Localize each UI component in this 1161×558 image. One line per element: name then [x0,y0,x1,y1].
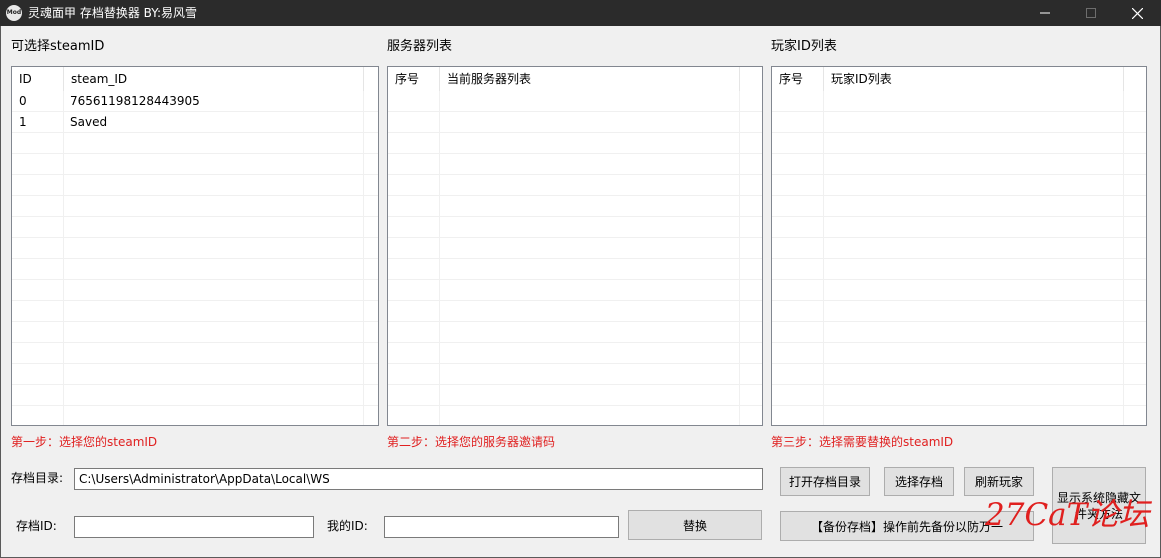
row-steam-id-cell: Saved [70,115,108,129]
step-three-hint: 第三步：选择需要替换的steamID [771,435,954,449]
row-id-cell: 1 [19,115,27,129]
save-id-input[interactable] [74,516,314,538]
server-list-header: 序号 当前服务器列表 [388,67,762,91]
column-header-server[interactable]: 当前服务器列表 [440,67,740,91]
steam-list-header: ID steam_ID [12,67,378,91]
server-panel-label: 服务器列表 [387,39,453,54]
minimize-icon[interactable] [1022,0,1068,26]
title-bar: Mod 灵魂面甲 存档替换器 BY:易风雪 [0,0,1161,26]
window-title: 灵魂面甲 存档替换器 BY:易风雪 [28,6,197,20]
column-header-id[interactable]: ID [12,67,64,91]
save-dir-label: 存档目录: [11,471,64,485]
steam-panel-label: 可选择steamID [11,39,105,54]
table-row[interactable]: 0 76561198128443905 [12,91,378,112]
maximize-icon[interactable] [1068,0,1114,26]
replace-button[interactable]: 替换 [628,510,762,540]
column-header-index[interactable]: 序号 [388,67,440,91]
steam-id-list[interactable]: ID steam_ID 0 76561198128443905 1 Saved [11,66,379,426]
save-id-label: 存档ID: [16,519,57,533]
step-two-hint: 第二步：选择您的服务器邀请码 [387,435,556,449]
player-panel-label: 玩家ID列表 [771,39,837,54]
column-header-steam-id[interactable]: steam_ID [64,67,364,91]
step-one-hint: 第一步：选择您的steamID [11,435,158,449]
player-list-header: 序号 玩家ID列表 [772,67,1146,91]
table-row[interactable]: 1 Saved [12,112,378,133]
column-header-index[interactable]: 序号 [772,67,824,91]
column-header-player-id[interactable]: 玩家ID列表 [824,67,1124,91]
row-id-cell: 0 [19,94,27,108]
server-list[interactable]: 序号 当前服务器列表 [387,66,763,426]
my-id-input[interactable] [384,516,619,538]
open-save-dir-button[interactable]: 打开存档目录 [780,467,870,496]
player-id-list[interactable]: 序号 玩家ID列表 [771,66,1147,426]
close-icon[interactable] [1114,0,1160,26]
row-steam-id-cell: 76561198128443905 [70,94,200,108]
my-id-label: 我的ID: [327,519,368,533]
select-save-button[interactable]: 选择存档 [884,467,954,496]
refresh-players-button[interactable]: 刷新玩家 [964,467,1034,496]
forum-watermark: 27CaT论坛 [985,497,1150,533]
save-dir-input[interactable]: C:\Users\Administrator\AppData\Local\WS [74,468,763,490]
app-icon: Mod [6,5,22,21]
